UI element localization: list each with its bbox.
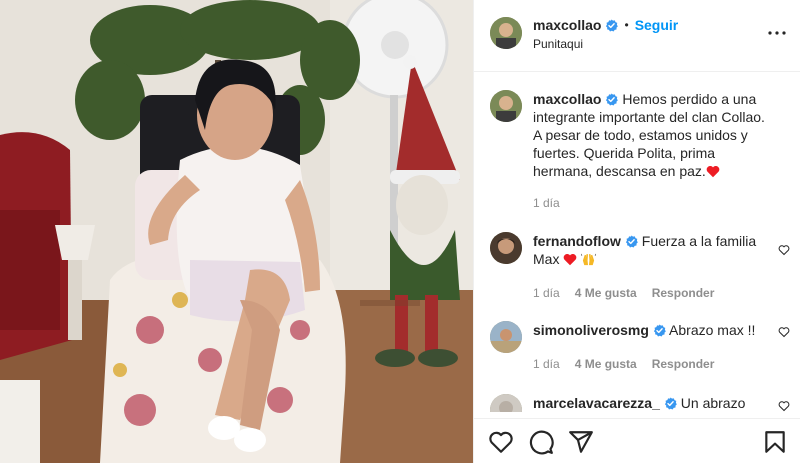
post-location[interactable]: Punitaqui [533,37,583,51]
comment-time[interactable]: 1 día [533,286,560,300]
like-comment-icon[interactable] [778,326,790,338]
comment-text: Un abrazo [680,395,746,411]
comment-meta: 1 día 4 Me gusta Responder [533,286,714,300]
follow-button[interactable]: Seguir [635,17,679,33]
verified-badge-icon [606,93,619,106]
raising-hands-emoji [581,253,597,266]
comment-time[interactable]: 1 día [533,357,560,371]
verified-badge-icon [664,397,677,410]
post-dialog: maxcollao • Seguir Punitaqui maxcollao H… [0,0,800,463]
author-username[interactable]: maxcollao [533,17,601,33]
verified-badge-icon [625,235,638,248]
caption-avatar[interactable] [490,90,522,122]
comment-username[interactable]: marcelavacarezza_ [533,395,660,411]
post-photo [0,0,473,463]
verified-badge-icon [653,324,666,337]
like-comment-icon[interactable] [778,244,790,256]
red-heart-emoji [564,254,577,266]
comment-item: simonoliverosmg Abrazo max !! 1 día 4 Me… [490,321,790,376]
save-icon[interactable] [762,429,788,455]
post-header: maxcollao • Seguir Punitaqui [474,0,800,72]
comment-item: marcelavacarezza_ Un abrazo [490,394,790,412]
share-icon[interactable] [568,429,594,455]
caption-body: maxcollao Hemos perdido a una integrante… [533,90,768,180]
like-comment-icon[interactable] [778,400,790,412]
action-bar [474,418,800,463]
comment-avatar[interactable] [490,232,522,264]
comment-body: fernandoflow Fuerza a la familia Max [533,232,763,268]
caption-username[interactable]: maxcollao [533,91,601,107]
comment-icon[interactable] [528,429,554,455]
author-avatar[interactable] [490,17,522,49]
red-heart-emoji [706,166,720,178]
like-icon[interactable] [488,429,514,455]
comment-meta: 1 día 4 Me gusta Responder [533,357,714,371]
comment-avatar[interactable] [490,321,522,353]
reply-button[interactable]: Responder [652,286,715,300]
comment-username[interactable]: simonoliverosmg [533,322,649,338]
caption-meta: 1 día [533,196,560,210]
caption-time[interactable]: 1 día [533,196,560,210]
post-photo-image [0,0,473,463]
comment-likes[interactable]: 4 Me gusta [575,357,637,371]
comment-text: Abrazo max !! [669,322,756,338]
caption-item: maxcollao Hemos perdido a una integrante… [490,90,790,210]
comment-item: fernandoflow Fuerza a la familia Max 1 d… [490,232,790,302]
separator-dot: • [624,18,629,32]
more-options-icon[interactable] [767,25,787,41]
comment-body: simonoliverosmg Abrazo max !! [533,321,763,339]
comments-list[interactable]: maxcollao Hemos perdido a una integrante… [474,72,800,412]
comment-username[interactable]: fernandoflow [533,233,621,249]
reply-button[interactable]: Responder [652,357,715,371]
comment-avatar[interactable] [490,394,522,412]
comment-likes[interactable]: 4 Me gusta [575,286,637,300]
comment-body: marcelavacarezza_ Un abrazo [533,394,763,412]
verified-badge-icon [606,18,619,31]
header-user-line: maxcollao • Seguir [533,17,678,33]
post-side-panel: maxcollao • Seguir Punitaqui maxcollao H… [473,0,800,463]
